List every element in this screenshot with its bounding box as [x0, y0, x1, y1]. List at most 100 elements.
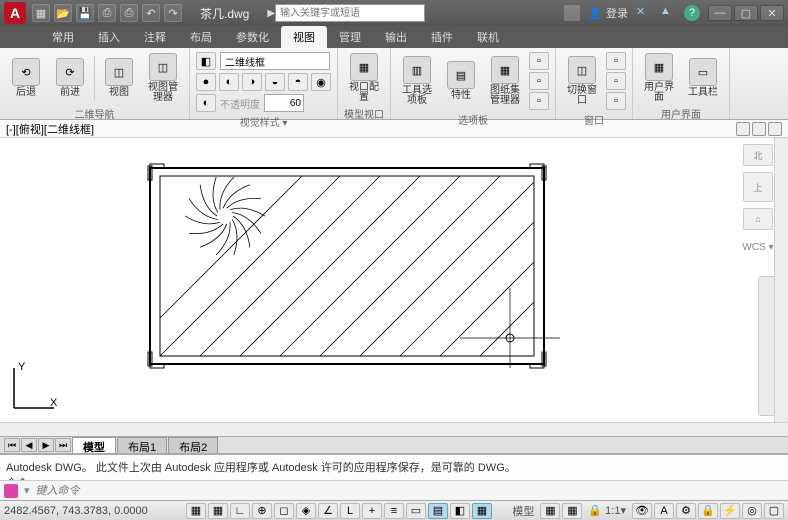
maximize-button[interactable]: ▢: [734, 5, 758, 21]
view-manager-button[interactable]: ◫视图管理器: [143, 52, 183, 104]
qat-new-icon[interactable]: ▦: [32, 4, 50, 22]
ribbon-tab-5[interactable]: 视图: [281, 26, 327, 48]
lwt-toggle[interactable]: ≡: [384, 503, 404, 519]
vs-2-icon[interactable]: ◐: [219, 73, 239, 91]
viewcube[interactable]: 上: [743, 172, 773, 202]
viewport-close-icon[interactable]: [768, 122, 782, 136]
snap-toggle[interactable]: ▦: [186, 503, 206, 519]
ribbon-tab-8[interactable]: 插件: [419, 26, 465, 48]
command-input[interactable]: [36, 485, 784, 497]
hardware-accel-icon[interactable]: ⚡: [720, 503, 740, 519]
window-extra-2-icon[interactable]: ▫: [606, 72, 626, 90]
anno-scale[interactable]: 🔒 1:1▾: [584, 504, 630, 517]
ortho-toggle[interactable]: ∟: [230, 503, 250, 519]
horizontal-scrollbar[interactable]: [0, 422, 788, 436]
vs-4-icon[interactable]: ◒: [265, 73, 285, 91]
layout-prev-icon[interactable]: ◀: [21, 438, 37, 452]
user-interface-button[interactable]: ▦用户界面: [639, 52, 679, 104]
ducs-toggle[interactable]: L: [340, 503, 360, 519]
app-logo[interactable]: A: [4, 2, 26, 24]
coordinates-display[interactable]: 2482.4567, 743.3783, 0.0000: [4, 505, 184, 517]
opacity-input[interactable]: [264, 94, 304, 112]
qat-saveas-icon[interactable]: ⎙: [98, 4, 116, 22]
compass-north[interactable]: 北: [743, 144, 773, 166]
ribbon-tab-0[interactable]: 常用: [40, 26, 86, 48]
layout-last-icon[interactable]: ⏭: [55, 438, 71, 452]
isolate-icon[interactable]: ◎: [742, 503, 762, 519]
anno-vis-icon[interactable]: 👁: [632, 503, 652, 519]
palette-extra-2-icon[interactable]: ▫: [529, 72, 549, 90]
polar-toggle[interactable]: ⊕: [252, 503, 272, 519]
vs-5-icon[interactable]: ◓: [288, 73, 308, 91]
osnap-toggle[interactable]: ◻: [274, 503, 294, 519]
layout-next-icon[interactable]: ▶: [38, 438, 54, 452]
am-toggle[interactable]: ▦: [472, 503, 492, 519]
viewport-minimize-icon[interactable]: [736, 122, 750, 136]
nav-forward-button[interactable]: ⟳前进: [50, 52, 90, 104]
apps-icon[interactable]: ▲: [660, 5, 676, 21]
properties-button[interactable]: ▤特性: [441, 55, 481, 107]
tab-layout1[interactable]: 布局1: [117, 437, 167, 453]
vs-3-icon[interactable]: ◑: [242, 73, 262, 91]
qat-open-icon[interactable]: 📂: [54, 4, 72, 22]
ribbon-tab-6[interactable]: 管理: [327, 26, 373, 48]
toolbar-lock-icon[interactable]: 🔒: [698, 503, 718, 519]
vs-6-icon[interactable]: ◉: [311, 73, 331, 91]
ws-switch-icon[interactable]: ⚙: [676, 503, 696, 519]
command-prompt-icon: [4, 484, 18, 498]
quickview-drawings-icon[interactable]: ▦: [562, 503, 582, 519]
vs-1-icon[interactable]: ●: [196, 73, 216, 91]
nav-back-button[interactable]: ⟲后退: [6, 52, 46, 104]
layout-first-icon[interactable]: ⏮: [4, 438, 20, 452]
palette-extra-1-icon[interactable]: ▫: [529, 52, 549, 70]
wcs-dropdown[interactable]: WCS ▾: [742, 242, 773, 253]
dyn-toggle[interactable]: +: [362, 503, 382, 519]
exchange-icon[interactable]: ✕: [636, 5, 652, 21]
3dosnap-toggle[interactable]: ◈: [296, 503, 316, 519]
visual-style-icon[interactable]: ◧: [196, 52, 216, 70]
qat-undo-icon[interactable]: ↶: [142, 4, 160, 22]
minimize-button[interactable]: —: [708, 5, 732, 21]
space-button[interactable]: 模型: [508, 503, 538, 519]
viewport-maximize-icon[interactable]: [752, 122, 766, 136]
visual-style-dropdown[interactable]: [220, 52, 330, 70]
ribbon-tab-7[interactable]: 输出: [373, 26, 419, 48]
close-button[interactable]: ✕: [760, 5, 784, 21]
tab-model[interactable]: 模型: [72, 437, 116, 453]
ribbon-tab-9[interactable]: 联机: [465, 26, 511, 48]
toolbars-button[interactable]: ▭工具栏: [683, 52, 723, 104]
sheetset-manager-button[interactable]: ▦图纸集管理器: [485, 55, 525, 107]
sc-toggle[interactable]: ◧: [450, 503, 470, 519]
qat-print-icon[interactable]: ⎙: [120, 4, 138, 22]
qp-toggle[interactable]: ▤: [428, 503, 448, 519]
anno-auto-icon[interactable]: A: [654, 503, 674, 519]
otrack-toggle[interactable]: ∠: [318, 503, 338, 519]
grid-toggle[interactable]: ▦: [208, 503, 228, 519]
switch-window-button[interactable]: ◫切换窗口: [562, 55, 602, 107]
qat-save-icon[interactable]: 💾: [76, 4, 94, 22]
view-button[interactable]: ◫视图: [99, 52, 139, 104]
ribbon-tab-2[interactable]: 注释: [132, 26, 178, 48]
drawing-canvas[interactable]: YX 北 上 ⌂ WCS ▾: [0, 138, 788, 422]
opacity-icon[interactable]: ◐: [196, 94, 216, 112]
ribbon-tab-1[interactable]: 插入: [86, 26, 132, 48]
info-icon[interactable]: [564, 5, 580, 21]
viewcube-home-icon[interactable]: ⌂: [743, 208, 773, 230]
qat-redo-icon[interactable]: ↷: [164, 4, 182, 22]
viewport-config-button[interactable]: ▦视口配置: [344, 52, 384, 104]
vertical-scrollbar[interactable]: [774, 138, 788, 422]
login-button[interactable]: 👤 登录: [588, 5, 628, 21]
clean-screen-icon[interactable]: ▢: [764, 503, 784, 519]
palette-extra-3-icon[interactable]: ▫: [529, 92, 549, 110]
tool-palettes-button[interactable]: ▥工具选项板: [397, 55, 437, 107]
help-icon[interactable]: ?: [684, 5, 700, 21]
ribbon-tab-4[interactable]: 参数化: [224, 26, 281, 48]
window-extra-1-icon[interactable]: ▫: [606, 52, 626, 70]
tab-layout2[interactable]: 布局2: [168, 437, 218, 453]
tpy-toggle[interactable]: ▭: [406, 503, 426, 519]
window-extra-3-icon[interactable]: ▫: [606, 92, 626, 110]
view-label[interactable]: [-][俯视][二维线框]: [6, 121, 94, 137]
quickview-layouts-icon[interactable]: ▦: [540, 503, 560, 519]
search-input[interactable]: [275, 4, 425, 22]
ribbon-tab-3[interactable]: 布局: [178, 26, 224, 48]
